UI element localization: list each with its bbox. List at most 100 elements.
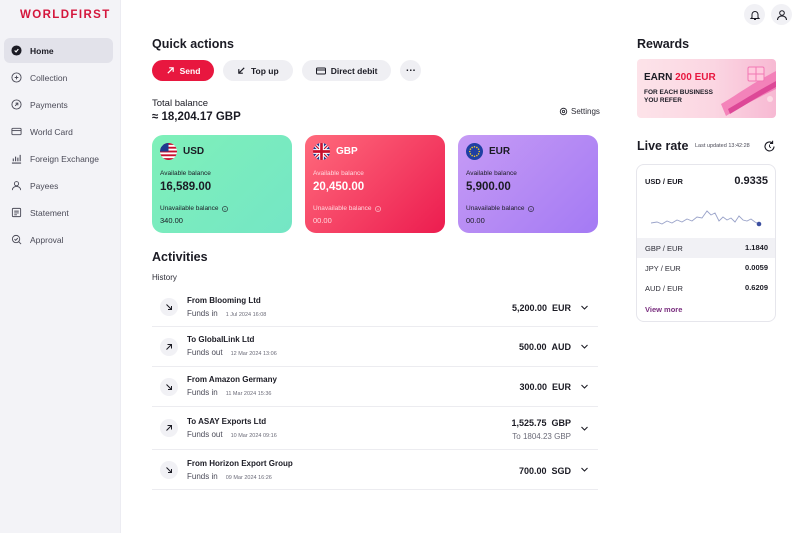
- payees-icon: [11, 180, 22, 191]
- available-balance-label: Available balance: [160, 170, 211, 177]
- sidebar-item-label: Foreign Exchange: [30, 153, 99, 164]
- rate-pair: GBP / EUR: [645, 244, 683, 253]
- unavailable-balance-text: Unavailable balance: [313, 205, 372, 212]
- activity-row[interactable]: To ASAY Exports Ltd Funds out 10 Mar 202…: [152, 407, 598, 450]
- balance-settings-link[interactable]: Settings: [559, 107, 600, 116]
- rate-sparkline: [651, 210, 762, 227]
- activity-date: 10 Mar 2024 09:16: [230, 433, 277, 439]
- sidebar-nav: Home Collection Payments World Card Fore…: [4, 38, 113, 254]
- usd-balance-card[interactable]: USD Available balance 16,589.00 Unavaila…: [152, 135, 292, 233]
- arrow-up-right-icon: [166, 67, 174, 74]
- rate-pair: AUD / EUR: [645, 284, 683, 293]
- available-balance-value: 20,450.00: [313, 181, 365, 193]
- chart-icon: [11, 153, 22, 164]
- live-rate-heading: Live rate: [637, 139, 689, 153]
- funds-in-icon: [160, 461, 178, 479]
- activity-type-label: Funds in: [187, 472, 218, 481]
- activity-title: From Blooming Ltd: [187, 296, 261, 305]
- info-icon[interactable]: [527, 205, 534, 212]
- activity-title: From Horizon Export Group: [187, 459, 293, 468]
- chevron-down-icon[interactable]: [580, 382, 589, 391]
- activity-row[interactable]: From Horizon Export Group Funds in 09 Ma…: [152, 450, 598, 490]
- gbp-balance-card[interactable]: GBP Available balance 20,450.00 Unavaila…: [305, 135, 445, 233]
- activity-row[interactable]: From Blooming Ltd Funds in 1 Jul 2024 16…: [152, 288, 598, 327]
- collection-icon: [11, 72, 22, 83]
- unavailable-balance-value: 00.00: [466, 216, 485, 225]
- eur-balance-card[interactable]: EUR Available balance 5,900.00 Unavailab…: [458, 135, 598, 233]
- activity-type: Funds out 10 Mar 2024 09:16: [187, 430, 277, 439]
- chevron-down-icon[interactable]: [580, 303, 589, 312]
- chevron-down-icon[interactable]: [580, 424, 589, 433]
- available-balance-label: Available balance: [466, 170, 517, 177]
- activity-type-label: Funds in: [187, 309, 218, 318]
- unavailable-balance-text: Unavailable balance: [466, 205, 525, 212]
- chevron-down-icon[interactable]: [580, 465, 589, 474]
- sidebar-item-statement[interactable]: Statement: [4, 200, 113, 225]
- available-balance-value: 5,900.00: [466, 181, 511, 193]
- user-icon: [776, 9, 788, 21]
- available-balance-value: 16,589.00: [160, 181, 212, 193]
- unavailable-balance-value: 340.00: [160, 216, 183, 225]
- main-rate-value: 0.9335: [734, 175, 768, 187]
- notifications-button[interactable]: [744, 4, 765, 25]
- rate-row-jpy-eur[interactable]: JPY / EUR 0.0059: [637, 258, 775, 278]
- view-more-link[interactable]: View more: [645, 305, 682, 314]
- activity-amount: 5,200.00 EUR: [512, 303, 571, 313]
- activity-type-label: Funds out: [187, 430, 223, 439]
- unavailable-balance-label: Unavailable balance: [313, 205, 381, 212]
- sidebar-item-payees[interactable]: Payees: [4, 173, 113, 198]
- rate-row-aud-eur[interactable]: AUD / EUR 0.6209: [637, 278, 775, 298]
- activity-amount: 700.00 SGD: [519, 466, 571, 476]
- card-icon: [315, 67, 326, 74]
- bell-icon: [749, 9, 761, 21]
- activity-currency: SGD: [551, 466, 571, 476]
- main-currency-pair: USD / EUR: [645, 177, 683, 186]
- chevron-down-icon[interactable]: [580, 342, 589, 351]
- banner-subtext: FOR EACH BUSINESS YOU REFER: [644, 89, 713, 104]
- direct-debit-button[interactable]: Direct debit: [301, 60, 392, 81]
- activity-date: 11 Mar 2024 15:36: [225, 391, 272, 397]
- gift-illustration: [721, 66, 776, 116]
- funds-out-icon: [160, 338, 178, 356]
- quick-actions-heading: Quick actions: [152, 37, 234, 51]
- activity-type: Funds out 12 Mar 2024 13:06: [187, 348, 277, 357]
- total-balance-value: ≈ 18,204.17 GBP: [152, 111, 241, 123]
- activity-currency: AUD: [551, 342, 572, 352]
- total-balance-label: Total balance: [152, 98, 208, 109]
- sidebar-item-world-card[interactable]: World Card: [4, 119, 113, 144]
- uk-flag-icon: [313, 143, 330, 160]
- banner-earn-prefix: EARN: [644, 72, 676, 83]
- rate-pair: JPY / EUR: [645, 264, 681, 273]
- send-button[interactable]: Send: [152, 60, 214, 81]
- refresh-icon[interactable]: [762, 139, 777, 154]
- sidebar-item-label: World Card: [30, 126, 73, 137]
- top-up-button[interactable]: Top up: [223, 60, 293, 81]
- sidebar-item-payments[interactable]: Payments: [4, 92, 113, 117]
- funds-in-icon: [160, 378, 178, 396]
- activity-date: 1 Jul 2024 16:08: [225, 312, 267, 318]
- sidebar-item-foreign-exchange[interactable]: Foreign Exchange: [4, 146, 113, 171]
- statement-icon: [11, 207, 22, 218]
- sidebar-item-label: Statement: [30, 207, 69, 218]
- activity-row[interactable]: To GlobalLink Ltd Funds out 12 Mar 2024 …: [152, 327, 598, 367]
- profile-button[interactable]: [771, 4, 792, 25]
- brand-logo[interactable]: WORLDFIRST: [20, 9, 111, 21]
- sidebar-item-collection[interactable]: Collection: [4, 65, 113, 90]
- activity-amount: 300.00 EUR: [519, 382, 571, 392]
- sidebar-item-label: Approval: [30, 234, 64, 245]
- activity-row[interactable]: From Amazon Germany Funds in 11 Mar 2024…: [152, 367, 598, 407]
- more-icon: ...: [406, 63, 416, 74]
- rate-value: 0.6209: [745, 283, 768, 292]
- sidebar-item-approval[interactable]: Approval: [4, 227, 113, 252]
- more-actions-button[interactable]: ...: [400, 60, 422, 81]
- referral-banner[interactable]: EARN 200 EUR FOR EACH BUSINESS YOU REFER: [637, 59, 776, 118]
- rate-row-gbp-eur[interactable]: GBP / EUR 1.1840: [637, 238, 775, 258]
- sidebar-item-label: Payees: [30, 180, 59, 191]
- info-icon[interactable]: [374, 205, 381, 212]
- funds-out-icon: [160, 419, 178, 437]
- unavailable-balance-text: Unavailable balance: [160, 205, 219, 212]
- home-icon: [11, 45, 22, 56]
- sidebar-item-label: Collection: [30, 72, 68, 83]
- info-icon[interactable]: [221, 205, 228, 212]
- sidebar-item-home[interactable]: Home: [4, 38, 113, 63]
